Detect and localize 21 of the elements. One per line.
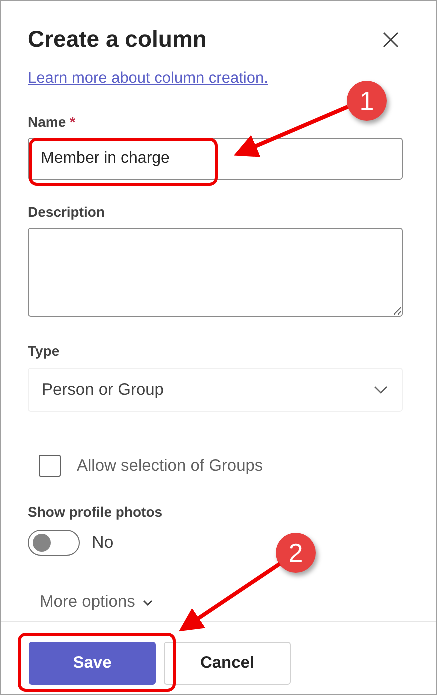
toggle-state: No [92,533,114,553]
checkbox[interactable] [39,455,61,477]
callout-number: 1 [347,81,387,121]
checkbox-label: Allow selection of Groups [77,456,264,476]
description-field[interactable] [28,228,403,317]
more-options-button[interactable]: More options [28,593,166,612]
toggle-label: Show profile photos [28,504,163,520]
type-dropdown[interactable]: Person or Group [28,368,403,412]
panel-title: Create a column [28,26,207,53]
field-label: Name [28,114,66,130]
chevron-down-icon [143,600,154,606]
field-label: Description [28,204,106,220]
close-icon [383,32,399,48]
field-label: Type [28,343,60,359]
required-mark: * [70,114,76,130]
save-button[interactable]: Save [29,642,156,685]
chevron-down-icon [374,386,388,394]
callout-number: 2 [276,533,316,573]
cancel-button[interactable]: Cancel [164,642,291,685]
name-field[interactable]: Member in charge [28,138,403,180]
toggle-switch[interactable] [28,530,80,556]
